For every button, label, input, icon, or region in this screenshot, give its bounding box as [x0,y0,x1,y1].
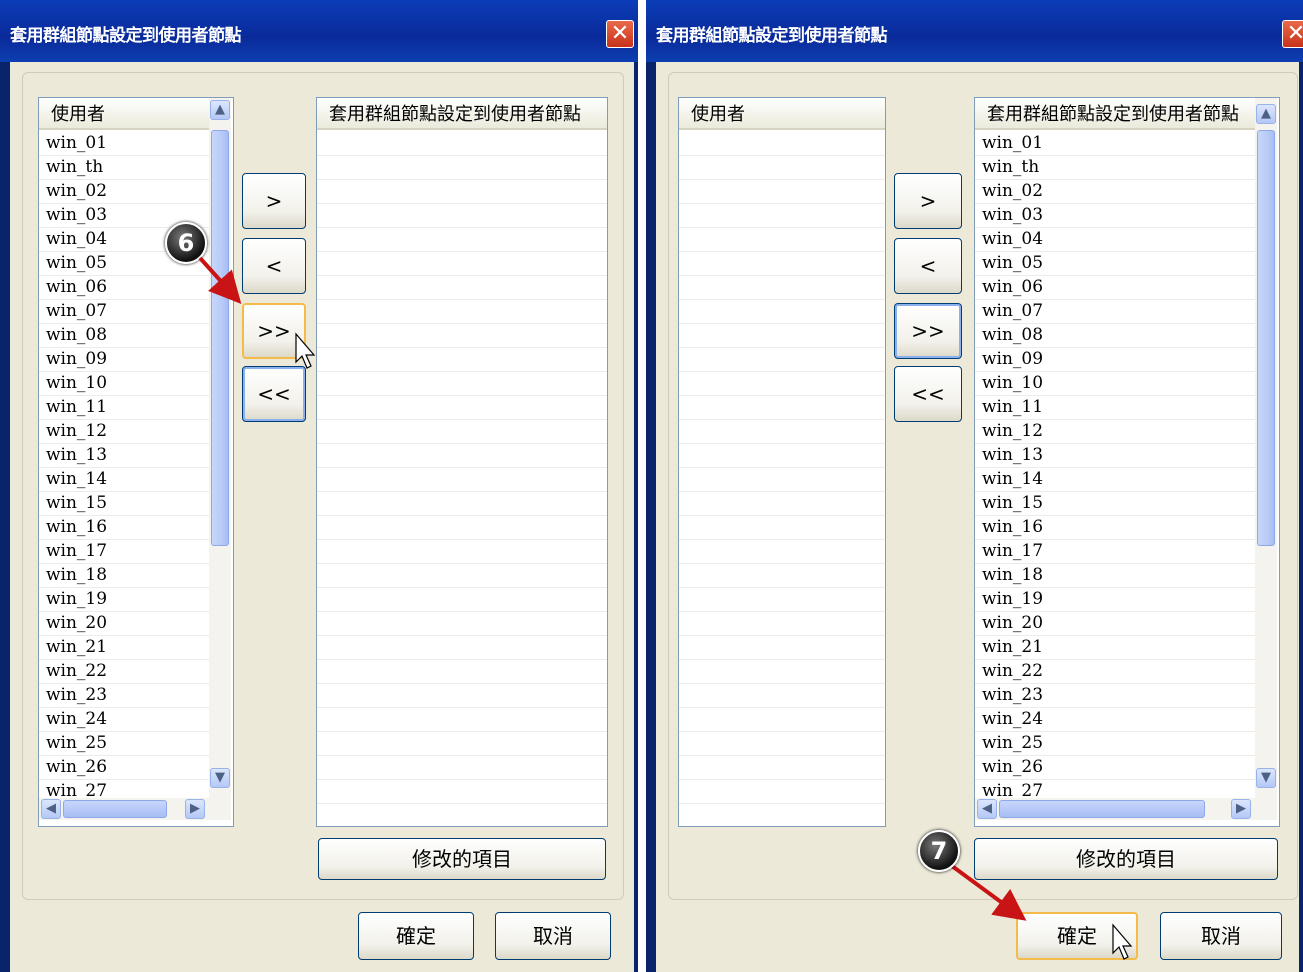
step-6-arrow-icon [198,256,1133,960]
step-7-marker: 7 [918,830,960,872]
